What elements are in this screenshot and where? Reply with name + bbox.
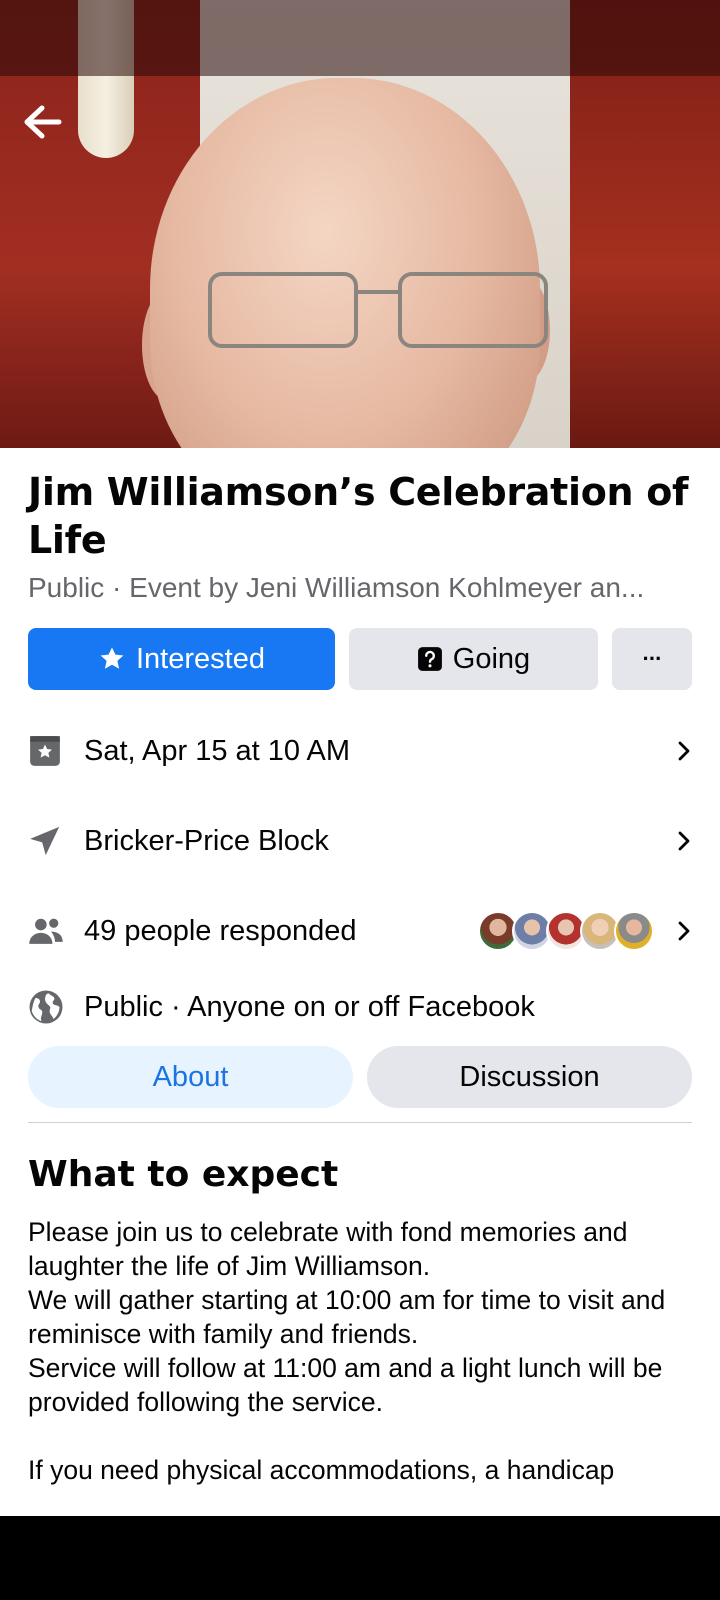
calendar-star-icon [30,736,60,766]
action-buttons: Interested Going ··· [28,628,692,690]
description-line: Please join us to celebrate with fond me… [28,1217,628,1281]
more-button[interactable]: ··· [612,628,692,690]
star-icon [98,645,126,673]
globe-icon [29,990,63,1024]
responder-avatars [478,911,654,951]
event-description: Please join us to celebrate with fond me… [28,1215,692,1487]
back-button[interactable] [20,100,64,144]
more-icon: ··· [642,646,663,671]
divider [28,1122,692,1123]
event-tabs: About Discussion [28,1046,692,1108]
event-date: Sat, Apr 15 at 10 AM [84,734,350,767]
cover-photo [0,0,720,448]
going-label: Going [452,642,531,675]
going-button[interactable]: Going [349,628,598,690]
description-line: Service will follow at 11:00 am and a li… [28,1353,663,1417]
responded-count: 49 people responded [84,914,357,947]
privacy-row: Public · Anyone on or off Facebook [28,976,692,1038]
back-arrow-icon [24,105,62,139]
chevron-right-icon [678,921,690,941]
description-line: If you need physical accommodations, a h… [28,1455,615,1485]
privacy-text: Public · Anyone on or off Facebook [84,990,535,1023]
event-screen: Jim Williamson’s Celebration of Life Pub… [0,0,720,1516]
location-row[interactable]: Bricker-Price Block [28,796,692,886]
tab-about[interactable]: About [28,1046,353,1108]
responded-row[interactable]: 49 people responded [28,886,692,976]
chevron-right-icon [678,831,690,851]
interested-label: Interested [136,642,265,675]
chevron-right-icon [678,741,690,761]
system-nav-bar [0,1516,720,1600]
event-location: Bricker-Price Block [84,824,329,857]
event-title: Jim Williamson’s Celebration of Life [28,470,689,562]
date-row[interactable]: Sat, Apr 15 at 10 AM [28,706,692,796]
description-line: We will gather starting at 10:00 am for … [28,1285,666,1349]
avatar [614,911,654,951]
tab-discussion[interactable]: Discussion [367,1046,692,1108]
interested-button[interactable]: Interested [28,628,335,690]
location-arrow-icon [30,826,60,856]
about-heading: What to expect [28,1154,339,1195]
people-icon [29,918,63,944]
event-subtitle[interactable]: Public · Event by Jeni Williamson Kohlme… [28,570,692,606]
question-icon [417,646,443,672]
event-content: Jim Williamson’s Celebration of Life Pub… [28,448,692,1487]
